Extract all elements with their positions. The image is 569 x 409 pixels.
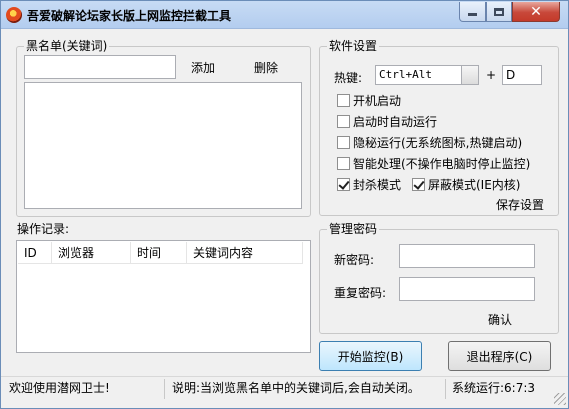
password-legend: 管理密码 <box>327 222 380 236</box>
keyword-input[interactable] <box>24 55 176 79</box>
log-legend: 操作记录: <box>17 222 70 236</box>
new-password-label: 新密码: <box>334 253 375 267</box>
option-block-mode-checkbox[interactable] <box>412 178 425 191</box>
status-runtime: 系统运行:6:7:3 <box>452 381 536 395</box>
log-listview[interactable]: ID 浏览器 时间 关键词内容 <box>16 240 311 353</box>
hotkey-key-input[interactable]: D <box>502 65 542 85</box>
option-kill-mode-label: 封杀模式 <box>353 178 402 192</box>
option-kill-mode[interactable]: 封杀模式 <box>337 176 401 193</box>
status-welcome: 欢迎使用潜网卫士! <box>9 381 110 395</box>
hotkey-modifier-select[interactable]: Ctrl+Alt <box>375 65 479 85</box>
option-smart-label: 智能处理(不操作电脑时停止监控) <box>353 157 531 171</box>
repeat-password-label: 重复密码: <box>334 286 387 300</box>
option-stealth[interactable]: 隐秘运行(无系统图标,热键启动) <box>337 134 522 151</box>
status-hint: 说明:当浏览黑名单中的关键词后,会自动关闭。 <box>172 381 420 395</box>
app-icon <box>6 7 22 23</box>
minimize-button[interactable] <box>459 2 486 22</box>
maximize-button[interactable] <box>486 2 512 22</box>
exit-button[interactable]: 退出程序(C) <box>448 341 551 371</box>
option-kill-mode-checkbox[interactable] <box>337 178 350 191</box>
column-header-browser[interactable]: 浏览器 <box>52 242 131 264</box>
option-stealth-checkbox[interactable] <box>337 136 350 149</box>
settings-legend: 软件设置 <box>327 39 380 53</box>
confirm-password-button[interactable]: 确认 <box>488 311 512 328</box>
minimize-icon <box>468 13 477 16</box>
window-title: 吾爱破解论坛家长版上网监控拦截工具 <box>27 9 232 23</box>
close-icon: ✕ <box>530 3 542 20</box>
repeat-password-input[interactable] <box>399 277 535 301</box>
main-window: 吾爱破解论坛家长版上网监控拦截工具 ✕ 黑名单(关键词) 添加 删除 软件设置 … <box>0 0 569 409</box>
column-header-id[interactable]: ID <box>18 242 52 264</box>
column-header-time[interactable]: 时间 <box>131 242 187 264</box>
delete-keyword-button[interactable]: 删除 <box>254 59 278 76</box>
hotkey-modifier-value: Ctrl+Alt <box>379 68 432 81</box>
password-group: 管理密码 新密码: 重复密码: 确认 <box>319 222 559 334</box>
status-separator <box>164 379 165 399</box>
option-autostart-checkbox[interactable] <box>337 94 350 107</box>
option-smart-checkbox[interactable] <box>337 157 350 170</box>
start-monitoring-button[interactable]: 开始监控(B) <box>319 341 422 371</box>
option-run-on-launch[interactable]: 启动时自动运行 <box>337 113 437 130</box>
option-block-mode-label: 屏蔽模式(IE内核) <box>428 178 521 192</box>
option-block-mode[interactable]: 屏蔽模式(IE内核) <box>412 176 521 193</box>
blacklist-legend: 黑名单(关键词) <box>24 39 110 53</box>
blacklist-group: 黑名单(关键词) 添加 删除 <box>16 39 311 217</box>
column-header-keyword[interactable]: 关键词内容 <box>187 242 303 264</box>
close-button[interactable]: ✕ <box>512 2 560 22</box>
option-autostart-label: 开机启动 <box>353 94 402 108</box>
hotkey-label: 热键: <box>334 71 363 85</box>
option-autostart[interactable]: 开机启动 <box>337 92 401 109</box>
add-keyword-button[interactable]: 添加 <box>191 59 215 76</box>
option-run-on-launch-checkbox[interactable] <box>337 115 350 128</box>
new-password-input[interactable] <box>399 244 535 268</box>
settings-group: 软件设置 热键: Ctrl+Alt + D 开机启动 启动时自动运行 隐秘运行(… <box>319 39 559 216</box>
title-bar[interactable]: 吾爱破解论坛家长版上网监控拦截工具 ✕ <box>1 1 568 29</box>
maximize-icon <box>494 7 504 16</box>
status-separator <box>445 379 446 399</box>
status-bar: 欢迎使用潜网卫士! 说明:当浏览黑名单中的关键词后,会自动关闭。 系统运行:6:… <box>1 376 568 408</box>
blacklist-listbox[interactable] <box>24 82 302 209</box>
option-stealth-label: 隐秘运行(无系统图标,热键启动) <box>353 136 523 150</box>
log-header: ID 浏览器 时间 关键词内容 <box>18 242 303 264</box>
resize-grip-icon[interactable] <box>554 393 566 405</box>
option-smart[interactable]: 智能处理(不操作电脑时停止监控) <box>337 155 530 172</box>
save-settings-button[interactable]: 保存设置 <box>496 196 544 213</box>
hotkey-plus-label: + <box>486 68 497 82</box>
option-run-on-launch-label: 启动时自动运行 <box>353 115 438 129</box>
dropdown-arrow-icon <box>461 66 478 84</box>
